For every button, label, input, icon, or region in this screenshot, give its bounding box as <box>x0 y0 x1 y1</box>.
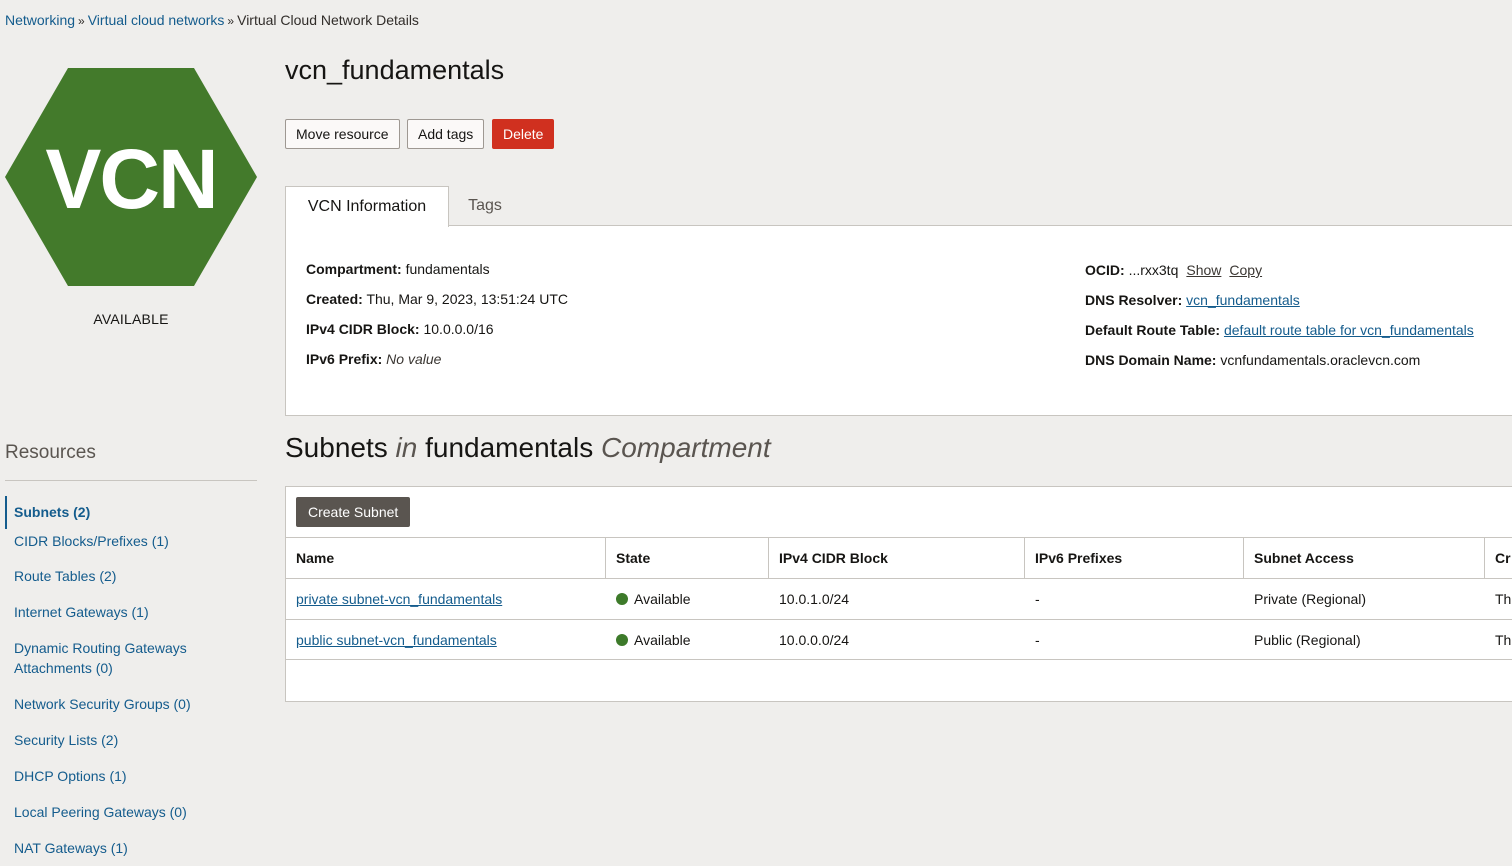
ipv4-cidr-value: 10.0.0.0/16 <box>423 321 494 337</box>
dns-domain-label: DNS Domain Name: <box>1085 352 1217 368</box>
resources-heading: Resources <box>5 442 96 463</box>
available-status-icon <box>616 593 628 605</box>
subnet-ipv4-cell: 10.0.0.0/24 <box>779 632 850 648</box>
move-resource-button[interactable]: Move resource <box>285 119 400 149</box>
table-row: public subnet-vcn_fundamentals Available… <box>286 619 1512 660</box>
sidebar-item-cidr-blocks[interactable]: CIDR Blocks/Prefixes (1) <box>5 531 257 551</box>
default-route-table-label: Default Route Table: <box>1085 322 1221 338</box>
sidebar-item-dhcp-options[interactable]: DHCP Options (1) <box>5 766 257 786</box>
sidebar-item-route-tables[interactable]: Route Tables (2) <box>5 566 257 586</box>
subnet-name-link[interactable]: public subnet-vcn_fundamentals <box>296 632 497 648</box>
column-header-subnet-access[interactable]: Subnet Access <box>1244 538 1485 578</box>
created-row: Created: Thu, Mar 9, 2023, 13:51:24 UTC <box>306 291 568 307</box>
divider <box>5 480 257 481</box>
dns-resolver-row: DNS Resolver: vcn_fundamentals <box>1085 292 1300 308</box>
subnets-title-suffix: Compartment <box>601 432 771 463</box>
breadcrumb-separator: » <box>78 14 85 28</box>
compartment-row: Compartment: fundamentals <box>306 261 490 277</box>
ipv6-prefix-value: No value <box>386 351 442 367</box>
column-header-ipv6-prefixes[interactable]: IPv6 Prefixes <box>1025 538 1244 578</box>
create-subnet-button[interactable]: Create Subnet <box>296 497 411 527</box>
subnets-table: Name State IPv4 CIDR Block IPv6 Prefixes… <box>286 537 1512 660</box>
lifecycle-status: AVAILABLE <box>93 311 169 327</box>
vcn-hexagon-badge: VCN <box>5 68 257 286</box>
subnet-state-cell: Available <box>606 579 769 619</box>
sidebar-item-internet-gateways[interactable]: Internet Gateways (1) <box>5 602 257 622</box>
subnet-name-link[interactable]: private subnet-vcn_fundamentals <box>296 591 502 607</box>
default-route-table-link[interactable]: default route table for vcn_fundamentals <box>1224 322 1474 338</box>
ipv6-prefix-label: IPv6 Prefix: <box>306 351 383 367</box>
table-header-row: Name State IPv4 CIDR Block IPv6 Prefixes… <box>286 537 1512 578</box>
ocid-label: OCID: <box>1085 262 1125 278</box>
table-row: private subnet-vcn_fundamentals Availabl… <box>286 578 1512 619</box>
sidebar-item-nat-gateways[interactable]: NAT Gateways (1) <box>5 838 257 858</box>
column-header-ipv4-cidr[interactable]: IPv4 CIDR Block <box>769 538 1025 578</box>
page-title: vcn_fundamentals <box>285 55 505 85</box>
ipv4-cidr-label: IPv4 CIDR Block: <box>306 321 420 337</box>
sidebar-item-local-peering-gateways[interactable]: Local Peering Gateways (0) <box>5 802 257 822</box>
default-route-table-row: Default Route Table: default route table… <box>1085 322 1474 338</box>
subnet-ipv6-cell: - <box>1035 591 1040 607</box>
delete-button[interactable]: Delete <box>492 119 555 149</box>
dns-resolver-label: DNS Resolver: <box>1085 292 1183 308</box>
add-tags-button[interactable]: Add tags <box>407 119 485 149</box>
created-label: Created: <box>306 291 363 307</box>
sidebar-item-subnets[interactable]: Subnets (2) <box>5 496 257 529</box>
column-header-created[interactable]: Cr <box>1485 538 1512 578</box>
vcn-information-panel: Compartment: fundamentals Created: Thu, … <box>285 225 1512 416</box>
subnet-created-cell: Th <box>1495 632 1512 648</box>
subnets-section-title: Subnets in fundamentals Compartment <box>285 432 771 464</box>
subnet-state-text: Available <box>634 591 691 607</box>
subnet-state-cell: Available <box>606 620 769 660</box>
dns-domain-value: vcnfundamentals.oraclevcn.com <box>1220 352 1421 368</box>
compartment-label: Compartment: <box>306 261 402 277</box>
ocid-show-link[interactable]: Show <box>1186 262 1221 278</box>
ocid-value: ...rxx3tq <box>1128 262 1179 278</box>
subnets-title-in: in <box>395 432 418 463</box>
ipv6-prefix-row: IPv6 Prefix: No value <box>306 351 441 367</box>
subnet-access-cell: Private (Regional) <box>1254 591 1367 607</box>
sidebar-item-network-security-groups[interactable]: Network Security Groups (0) <box>5 694 257 714</box>
badge-text: VCN <box>45 132 216 226</box>
subnet-created-cell: Th <box>1495 591 1512 607</box>
subnet-access-cell: Public (Regional) <box>1254 632 1361 648</box>
subnet-state-text: Available <box>634 632 691 648</box>
subnets-title-word: Subnets <box>285 432 388 463</box>
resources-nav: Subnets (2) CIDR Blocks/Prefixes (1) Rou… <box>5 496 257 858</box>
created-value: Thu, Mar 9, 2023, 13:51:24 UTC <box>366 291 568 307</box>
ocid-row: OCID: ...rxx3tq Show Copy <box>1085 262 1262 278</box>
column-header-name[interactable]: Name <box>286 538 606 578</box>
sidebar-item-drg-attachments[interactable]: Dynamic Routing Gateways Attachments (0) <box>5 638 205 678</box>
compartment-value: fundamentals <box>405 261 490 277</box>
subnet-name-cell: public subnet-vcn_fundamentals <box>286 620 606 660</box>
subnet-ipv4-cell: 10.0.1.0/24 <box>779 591 850 607</box>
available-status-icon <box>616 634 628 646</box>
column-header-state[interactable]: State <box>606 538 769 578</box>
ocid-copy-link[interactable]: Copy <box>1229 262 1262 278</box>
dns-resolver-link[interactable]: vcn_fundamentals <box>1186 292 1300 308</box>
subnet-ipv6-cell: - <box>1035 632 1040 648</box>
ipv4-cidr-row: IPv4 CIDR Block: 10.0.0.0/16 <box>306 321 494 337</box>
breadcrumb-virtual-cloud-networks[interactable]: Virtual cloud networks <box>88 12 225 28</box>
subnet-name-cell: private subnet-vcn_fundamentals <box>286 579 606 619</box>
breadcrumb-networking[interactable]: Networking <box>5 12 75 28</box>
tab-tags[interactable]: Tags <box>449 186 521 226</box>
breadcrumb: Networking» Virtual cloud networks» Virtua… <box>5 12 419 28</box>
breadcrumb-separator: » <box>227 14 235 28</box>
sidebar-item-security-lists[interactable]: Security Lists (2) <box>5 730 257 750</box>
tab-vcn-information[interactable]: VCN Information <box>285 186 449 227</box>
subnets-title-compartment: fundamentals <box>425 432 594 463</box>
breadcrumb-current: Virtual Cloud Network Details <box>237 12 419 28</box>
dns-domain-row: DNS Domain Name: vcnfundamentals.oraclev… <box>1085 352 1420 368</box>
